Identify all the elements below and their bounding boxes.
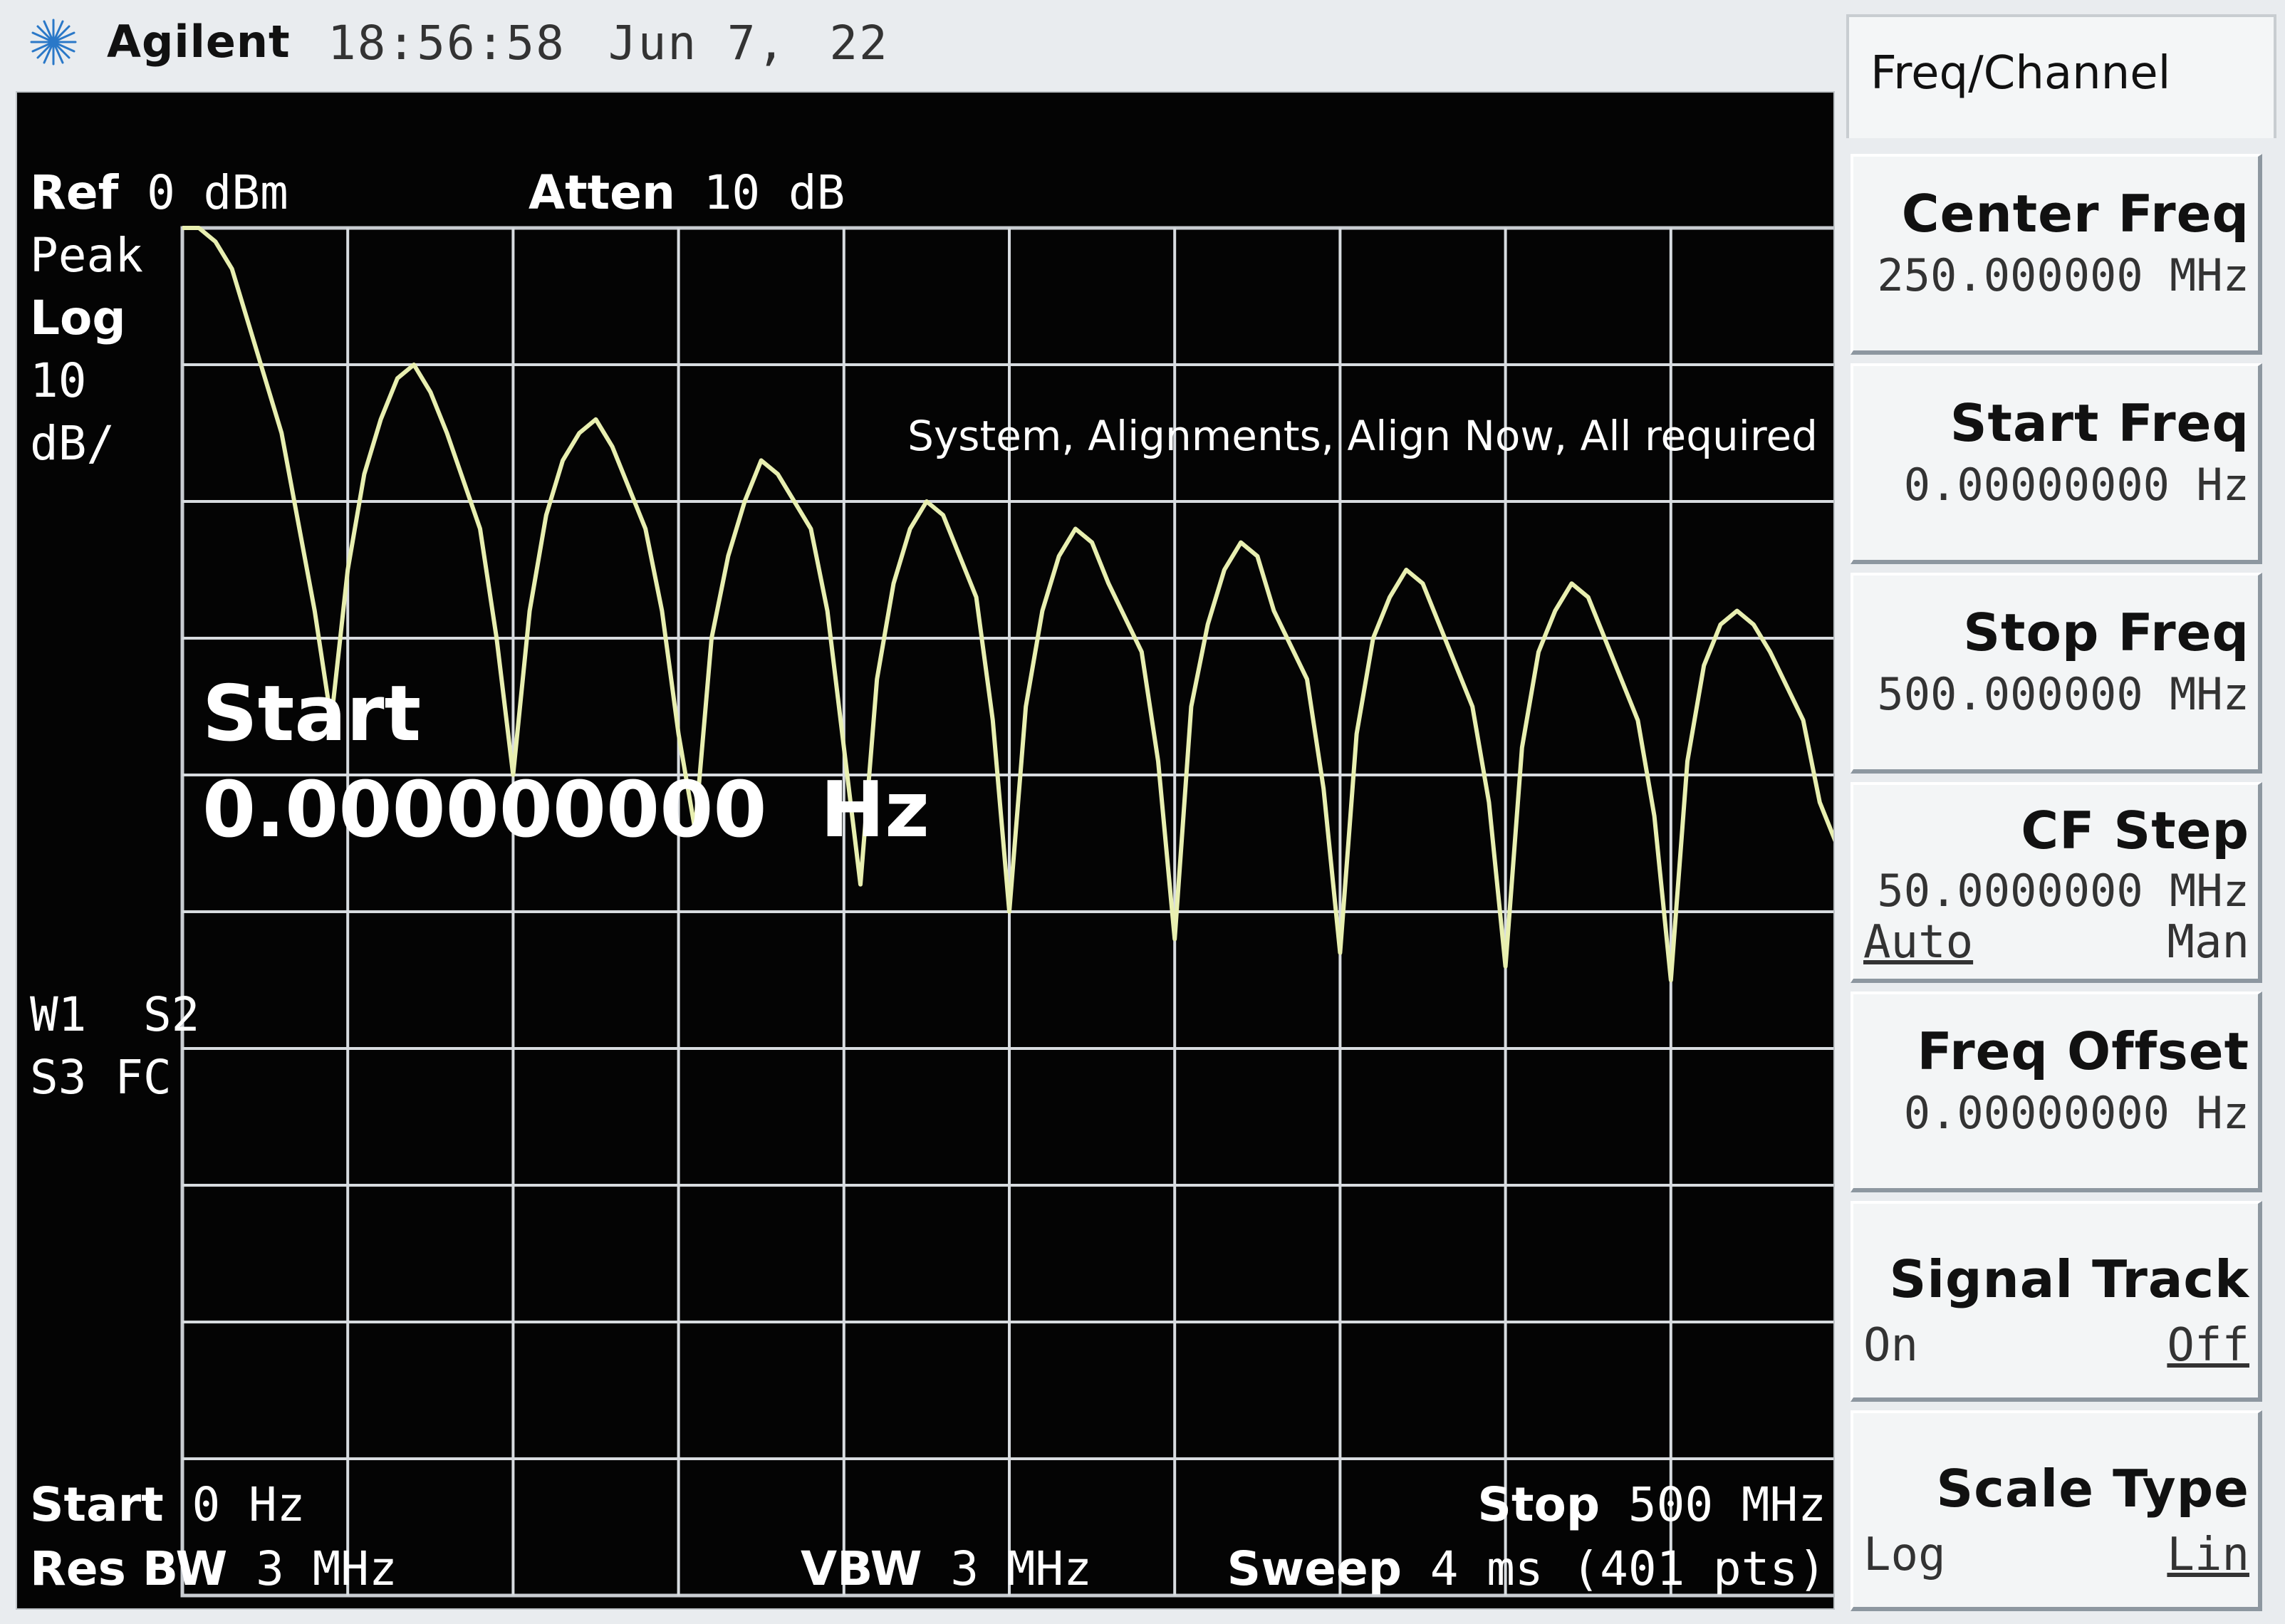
vbw-annotation: VBW 3 MHz bbox=[801, 1546, 1092, 1593]
scale-type-softkey[interactable]: Scale Type Log Lin bbox=[1851, 1410, 2262, 1611]
analyzer-display: Ref 0 dBm Atten 10 dB Peak Log 10 dB/ W1… bbox=[16, 91, 1835, 1610]
active-entry-label: Start bbox=[202, 670, 422, 759]
rbw-value: 3 MHz bbox=[256, 1541, 397, 1596]
ref-label: Ref bbox=[30, 165, 119, 220]
log-option: Log bbox=[1863, 1529, 1946, 1581]
softkey-label: CF Step bbox=[2021, 801, 2249, 860]
trace-flags-2: S3 FC bbox=[30, 1050, 172, 1105]
alignment-message: System, Alignments, Align Now, All requi… bbox=[907, 412, 1818, 460]
signal-track-softkey[interactable]: Signal Track On Off bbox=[1851, 1201, 2262, 1402]
vbw-value: 3 MHz bbox=[950, 1541, 1093, 1596]
vbw-label: VBW bbox=[801, 1541, 922, 1596]
softkey-label: Signal Track bbox=[1889, 1249, 2249, 1309]
sweep-label: Sweep bbox=[1227, 1541, 1402, 1596]
softkey-label: Stop Freq bbox=[1963, 603, 2249, 662]
sweep-value: 4 ms (401 pts) bbox=[1430, 1541, 1826, 1596]
rbw-label: Res BW bbox=[30, 1541, 228, 1596]
start-label: Start bbox=[30, 1477, 164, 1532]
menu-title: Freq/Channel bbox=[1846, 14, 2276, 138]
auto-option: Auto bbox=[1863, 916, 1974, 969]
lin-option: Lin bbox=[2167, 1529, 2249, 1581]
softkey-label: Center Freq bbox=[1901, 184, 2249, 244]
date-year: 22 bbox=[829, 16, 889, 71]
off-option: Off bbox=[2167, 1319, 2249, 1372]
scale-unit: dB/ bbox=[30, 416, 115, 471]
detector-mode: Peak bbox=[30, 228, 143, 283]
menu-title-text: Freq/Channel bbox=[1870, 47, 2171, 100]
date-day: Jun 7, bbox=[608, 16, 787, 71]
softkey-value: 250.000000 MHz bbox=[1877, 249, 2249, 301]
time-readout: 18:56:58 bbox=[328, 16, 566, 71]
trace-flags-1: W1 S2 bbox=[30, 987, 200, 1042]
softkey-value: 50.0000000 MHz bbox=[1877, 865, 2249, 917]
softkey-value: 0.00000000 Hz bbox=[1903, 459, 2249, 511]
softkey-label: Start Freq bbox=[1950, 393, 2249, 453]
status-bar: Agilent 18:56:58 Jun 7, 22 bbox=[0, 0, 1845, 85]
active-entry-value: 0.000000000 Hz bbox=[202, 766, 930, 855]
softkey-value: 0.00000000 Hz bbox=[1903, 1087, 2249, 1139]
stop-freq-softkey[interactable]: Stop Freq 500.000000 MHz bbox=[1851, 573, 2262, 774]
freq-offset-softkey[interactable]: Freq Offset 0.00000000 Hz bbox=[1851, 991, 2262, 1192]
atten-value: 10 dB bbox=[703, 165, 845, 220]
softkey-value: 500.000000 MHz bbox=[1877, 668, 2249, 720]
softkey-panel: Freq/Channel Center Freq 250.000000 MHz … bbox=[1846, 14, 2276, 1617]
softkey-label: Freq Offset bbox=[1917, 1021, 2249, 1081]
stop-value: 500 MHz bbox=[1628, 1477, 1826, 1532]
sweep-annotation: Sweep 4 ms (401 pts) bbox=[1227, 1546, 1826, 1593]
agilent-logo-icon bbox=[30, 19, 77, 66]
center-freq-softkey[interactable]: Center Freq 250.000000 MHz bbox=[1851, 154, 2262, 355]
stop-annotation: Stop 500 MHz bbox=[1477, 1482, 1826, 1529]
ref-value: 0 dBm bbox=[147, 165, 288, 220]
stop-label: Stop bbox=[1477, 1477, 1600, 1532]
attenuation: Atten 10 dB bbox=[529, 170, 845, 217]
ref-level: Ref 0 dBm bbox=[30, 170, 288, 217]
cf-step-softkey[interactable]: CF Step 50.0000000 MHz Auto Man bbox=[1851, 782, 2262, 983]
softkey-label: Scale Type bbox=[1936, 1459, 2249, 1519]
on-option: On bbox=[1863, 1319, 1919, 1372]
scale-per-div: 10 bbox=[30, 353, 87, 408]
clock: 18:56:58 Jun 7, 22 bbox=[328, 16, 932, 71]
start-annotation: Start 0 Hz bbox=[30, 1482, 305, 1529]
scale-type: Log bbox=[30, 291, 126, 345]
atten-label: Atten bbox=[529, 165, 675, 220]
rbw-annotation: Res BW 3 MHz bbox=[30, 1546, 397, 1593]
start-value: 0 Hz bbox=[192, 1477, 306, 1532]
brand-name: Agilent bbox=[107, 16, 291, 68]
start-freq-softkey[interactable]: Start Freq 0.00000000 Hz bbox=[1851, 363, 2262, 564]
man-option: Man bbox=[2167, 916, 2249, 969]
